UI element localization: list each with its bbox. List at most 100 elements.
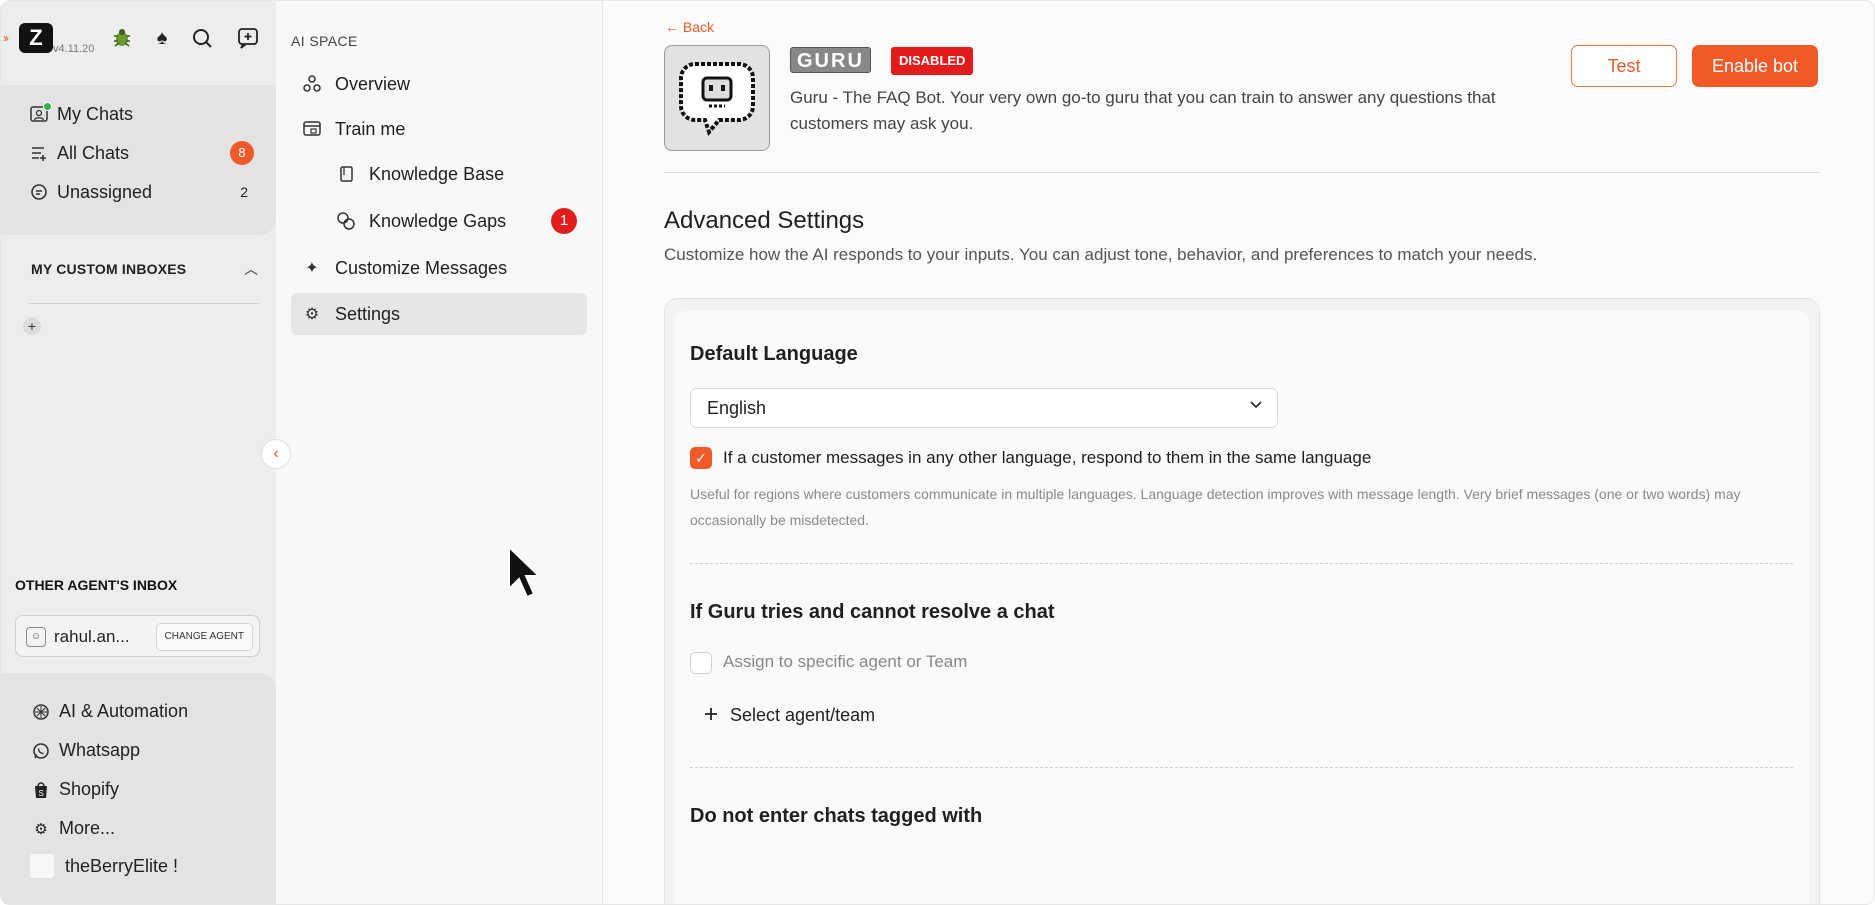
language-helper-text: Useful for regions where customers commu… (690, 486, 1741, 528)
agent-avatar-icon: ☺ (26, 627, 46, 647)
settings-gear-icon: ⚙ (304, 306, 320, 323)
plus-icon (704, 705, 718, 726)
expand-icon[interactable]: ›› (3, 31, 9, 45)
nav-label: Unassigned (57, 181, 153, 202)
current-user[interactable]: theBerryElite ! (29, 853, 178, 879)
bot-avatar (664, 45, 770, 151)
ai-nav-label: Train me (335, 118, 406, 139)
back-label: Back (682, 19, 715, 35)
nav-label: My Chats (57, 103, 134, 124)
spade-icon[interactable]: ♠ (149, 25, 175, 51)
chevron-down-icon (1249, 397, 1263, 416)
bug-icon[interactable] (109, 25, 135, 51)
ai-nav-label: Customize Messages (335, 257, 508, 278)
settings-card: Default Language English ✓ If a customer… (675, 311, 1809, 904)
advanced-settings-subtitle: Customize how the AI responds to your in… (664, 245, 1538, 264)
train-icon (301, 118, 323, 140)
settings-panel: Default Language English ✓ If a customer… (664, 298, 1820, 904)
back-link[interactable]: ← Back (665, 19, 714, 35)
nav-label: Whatsapp (59, 740, 141, 760)
ai-space-label: AI SPACE (291, 33, 358, 49)
other-agent-title: OTHER AGENT'S INBOX (15, 577, 178, 593)
app-logo: Z (19, 23, 53, 53)
nav-whatsapp[interactable]: Whatsapp (31, 740, 140, 761)
overview-icon (301, 73, 323, 95)
ai-nav-settings[interactable]: ⚙ Settings (291, 293, 587, 335)
select-agent-label: Select agent/team (730, 705, 876, 725)
ai-nav-knowledge-gaps[interactable]: Knowledge Gaps 1 (325, 200, 587, 242)
divider (29, 303, 259, 304)
left-sidebar: ›› Z v4.11.20 ♠ My Chats All Chats 8 Una… (1, 1, 276, 904)
enable-bot-button[interactable]: Enable bot (1692, 45, 1818, 87)
main-content: ← Back GURU DISABLED Guru - The FAQ Bot.… (604, 1, 1874, 904)
assign-agent-checkbox[interactable] (690, 652, 712, 674)
nav-label: More... (59, 818, 116, 838)
nav-unassigned[interactable]: Unassigned 2 (29, 178, 254, 206)
status-badge: DISABLED (891, 47, 974, 75)
gear-icon: ⚙ (34, 820, 48, 838)
ai-nav-overview[interactable]: Overview (291, 63, 587, 105)
change-agent-button[interactable]: CHANGE AGENT (155, 623, 253, 651)
agent-name: rahul.an... (54, 627, 130, 646)
dashed-divider (690, 563, 1793, 564)
knowledge-gaps-icon (335, 210, 357, 232)
language-select[interactable]: English (690, 388, 1278, 428)
nav-label: All Chats (57, 142, 130, 163)
language-select-value: English (707, 398, 767, 418)
nav-ai-automation[interactable]: AI & Automation (31, 701, 188, 722)
ai-nav-label: Settings (335, 303, 401, 324)
ai-nav-label: Overview (335, 73, 411, 94)
nav-label: AI & Automation (59, 701, 189, 721)
nav-my-chats[interactable]: My Chats (29, 100, 254, 128)
nav-more[interactable]: ⚙ More... (31, 818, 115, 839)
ai-nav-knowledge-base[interactable]: Knowledge Base (325, 153, 587, 195)
unread-badge: 8 (230, 141, 254, 165)
sidebar-topbar: ›› Z v4.11.20 ♠ (1, 1, 276, 73)
unassigned-count: 2 (240, 184, 248, 200)
sparkle-icon: ✦ (305, 260, 319, 277)
chat-icon (29, 182, 49, 202)
add-inbox-icon[interactable]: + (23, 317, 41, 335)
chevron-up-icon[interactable]: ︿ (244, 259, 258, 279)
custom-inboxes-title: MY CUSTOM INBOXES (31, 261, 187, 277)
agent-selector: ☺ rahul.an... CHANGE AGENT (15, 615, 260, 657)
gaps-badge: 1 (551, 208, 577, 234)
new-chat-icon[interactable] (235, 25, 261, 51)
user-name: theBerryElite ! (65, 855, 179, 876)
nav-all-chats[interactable]: All Chats 8 (29, 139, 254, 167)
list-icon (29, 143, 49, 163)
online-indicator (43, 102, 52, 111)
nav-shopify[interactable]: S Shopify (31, 779, 119, 800)
divider (664, 172, 1820, 173)
select-agent-button[interactable]: Select agent/team (704, 705, 875, 726)
bot-name: GURU (790, 47, 871, 73)
ai-nav-label: Knowledge Base (369, 163, 505, 184)
test-button[interactable]: Test (1571, 45, 1677, 87)
nav-label: Shopify (59, 779, 120, 799)
ai-nav-train-me[interactable]: Train me (291, 108, 587, 150)
svg-text:S: S (39, 789, 44, 798)
ai-nav-customize-messages[interactable]: ✦ Customize Messages (291, 247, 587, 289)
advanced-settings-title: Advanced Settings (664, 207, 865, 234)
bot-description: Guru - The FAQ Bot. Your very own go-to … (790, 88, 1496, 133)
same-language-checkbox[interactable]: ✓ (690, 447, 712, 469)
user-avatar (29, 853, 55, 879)
app-window: ›› Z v4.11.20 ♠ My Chats All Chats 8 Una… (0, 0, 1875, 905)
inbox-icon (29, 102, 52, 124)
inbox-card: My Chats All Chats 8 Unassigned 2 (1, 85, 276, 235)
app-version: v4.11.20 (53, 43, 95, 55)
assign-agent-label: Assign to specific agent or Team (723, 652, 968, 671)
collapse-sidebar-button[interactable]: ‹ (261, 439, 291, 469)
whatsapp-icon (31, 741, 51, 761)
ai-nav-label: Knowledge Gaps (369, 210, 507, 231)
search-icon[interactable] (189, 25, 215, 51)
same-language-label: If a customer messages in any other lang… (723, 448, 1372, 467)
ai-icon (31, 702, 51, 722)
book-icon (335, 163, 357, 185)
cannot-resolve-title: If Guru tries and cannot resolve a chat (690, 601, 1055, 623)
shopify-icon: S (31, 780, 51, 800)
ai-space-nav: AI SPACE Overview Train me Knowledge Bas… (277, 1, 603, 904)
mouse-cursor-icon (508, 545, 541, 599)
default-language-title: Default Language (690, 343, 858, 365)
dashed-divider (690, 767, 1793, 768)
